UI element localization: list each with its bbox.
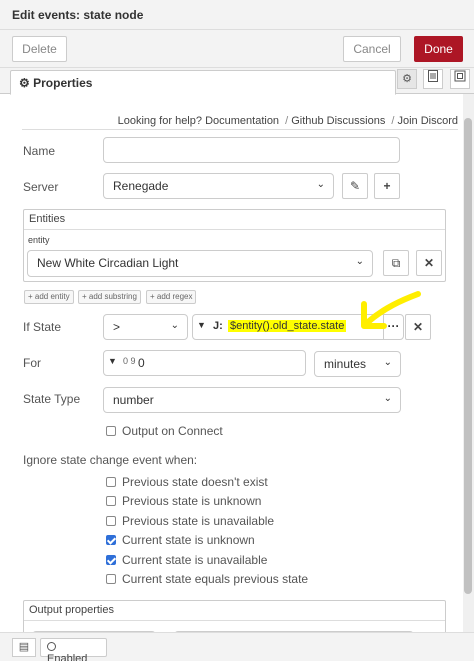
jsonata-type-icon[interactable]: J: bbox=[213, 320, 223, 332]
server-select[interactable]: Renegade ⌄ bbox=[103, 173, 334, 199]
dialog-title-bar: Edit events: state node bbox=[0, 0, 474, 30]
github-discussions-link[interactable]: Github Discussions bbox=[291, 115, 385, 127]
edit-server-button[interactable]: ✎ bbox=[342, 173, 368, 199]
scrollbar-thumb[interactable] bbox=[464, 118, 472, 594]
for-units-select[interactable]: minutes ⌄ bbox=[314, 351, 401, 377]
tab-bar: ⚙ Properties ⚙ bbox=[0, 68, 474, 95]
server-select-value: Renegade bbox=[113, 179, 169, 193]
action-button-row: Delete Cancel Done bbox=[0, 30, 474, 68]
ignore-current-unavailable-checkbox[interactable] bbox=[106, 555, 116, 565]
pencil-icon: ✎ bbox=[349, 179, 361, 193]
ignore-prev-not-exist-label: Previous state doesn't exist bbox=[122, 475, 268, 489]
chevron-down-icon: ⌄ bbox=[316, 179, 325, 190]
plus-icon: + bbox=[383, 179, 391, 193]
if-state-label: If State bbox=[23, 320, 62, 334]
ignore-prev-unknown-label: Previous state is unknown bbox=[122, 494, 262, 508]
ignore-current-unavailable-label: Current state is unavailable bbox=[122, 553, 268, 567]
ignore-equals-previous-checkbox[interactable] bbox=[106, 574, 116, 584]
chevron-down-icon: ⌄ bbox=[355, 256, 364, 267]
enabled-toggle[interactable]: Enabled bbox=[40, 638, 107, 661]
help-prefix: Looking for help? bbox=[117, 115, 202, 127]
server-label: Server bbox=[23, 180, 59, 194]
number-type-icon[interactable]: 0 9 bbox=[123, 356, 136, 366]
gear-icon: ⚙ bbox=[19, 76, 30, 90]
state-type-label: State Type bbox=[23, 392, 81, 406]
ignore-current-unknown-label: Current state is unknown bbox=[122, 533, 255, 547]
output-on-connect-checkbox[interactable] bbox=[106, 426, 116, 436]
help-separator: / bbox=[285, 115, 289, 127]
help-links: Looking for help? Documentation / Github … bbox=[118, 115, 458, 127]
ignore-prev-unavailable-label: Previous state is unavailable bbox=[122, 514, 275, 528]
ignore-prev-unknown-checkbox[interactable] bbox=[106, 496, 116, 506]
for-units-value: minutes bbox=[324, 357, 367, 371]
cancel-button[interactable]: Cancel bbox=[343, 36, 401, 62]
chevron-down-icon: ⌄ bbox=[170, 320, 179, 331]
output-properties-fieldset: Output properties bbox=[23, 600, 446, 632]
properties-panel: Looking for help? Documentation / Github … bbox=[10, 94, 462, 632]
ignore-current-unknown-checkbox[interactable] bbox=[106, 535, 116, 545]
delete-button[interactable]: Delete bbox=[12, 36, 67, 62]
if-state-expression-value: $entity().old_state.state bbox=[228, 320, 347, 332]
scrollbar[interactable] bbox=[463, 94, 474, 632]
remove-entity-button[interactable]: ✕ bbox=[416, 250, 442, 276]
documentation-link[interactable]: Documentation bbox=[205, 115, 279, 127]
output-on-connect-label: Output on Connect bbox=[122, 424, 223, 438]
entity-select[interactable]: New White Circadian Light ⌄ bbox=[27, 250, 373, 277]
add-server-button[interactable]: + bbox=[374, 173, 400, 199]
book-icon[interactable]: ▤ bbox=[12, 638, 36, 657]
appearance-frame-icon[interactable] bbox=[450, 69, 470, 89]
for-label: For bbox=[23, 356, 41, 370]
if-state-operator-select[interactable]: > ⌄ bbox=[103, 314, 188, 340]
if-state-operator-value: > bbox=[113, 320, 121, 334]
tab-properties[interactable]: ⚙ Properties bbox=[10, 70, 396, 95]
ignore-prev-unavailable-checkbox[interactable] bbox=[106, 516, 116, 526]
state-type-select[interactable]: number ⌄ bbox=[103, 387, 401, 413]
add-entity-button[interactable]: + add entity bbox=[24, 290, 74, 304]
for-value: 0 bbox=[138, 356, 145, 370]
caret-down-icon[interactable]: ▼ bbox=[108, 356, 117, 366]
entity-select-value: New White Circadian Light bbox=[37, 256, 179, 270]
chevron-down-icon: ⌄ bbox=[383, 357, 392, 368]
name-input[interactable] bbox=[103, 137, 400, 163]
enabled-label: Enabled bbox=[47, 653, 88, 661]
ignore-heading: Ignore state change event when: bbox=[23, 453, 198, 467]
divider bbox=[22, 129, 458, 130]
copy-icon: ⧉ bbox=[391, 256, 401, 270]
add-substring-button[interactable]: + add substring bbox=[78, 290, 141, 304]
copy-entity-button[interactable]: ⧉ bbox=[383, 250, 409, 276]
dialog-title: Edit events: state node bbox=[12, 8, 144, 22]
output-properties-legend: Output properties bbox=[24, 601, 445, 621]
circle-icon bbox=[47, 642, 56, 651]
join-discord-link[interactable]: Join Discord bbox=[397, 115, 458, 127]
chevron-down-icon: ⌄ bbox=[383, 393, 392, 404]
add-regex-button[interactable]: + add regex bbox=[146, 290, 197, 304]
for-value-input[interactable]: ▼ 0 9 0 bbox=[103, 350, 306, 376]
entities-fieldset: Entities entity New White Circadian Ligh… bbox=[23, 209, 446, 282]
footer-bar: ▤ Enabled bbox=[0, 632, 474, 661]
tab-properties-label: Properties bbox=[33, 76, 93, 90]
entities-legend: Entities bbox=[24, 210, 445, 230]
close-icon: ✕ bbox=[423, 256, 435, 270]
state-type-value: number bbox=[113, 393, 154, 407]
ignore-equals-previous-label: Current state equals previous state bbox=[122, 572, 309, 586]
caret-down-icon[interactable]: ▼ bbox=[197, 320, 206, 330]
description-document-icon[interactable] bbox=[423, 69, 443, 89]
help-separator: / bbox=[391, 115, 395, 127]
entity-label: entity bbox=[28, 235, 50, 245]
settings-gear-icon[interactable]: ⚙ bbox=[397, 69, 417, 89]
ignore-prev-not-exist-checkbox[interactable] bbox=[106, 477, 116, 487]
name-label: Name bbox=[23, 144, 56, 158]
done-button[interactable]: Done bbox=[414, 36, 463, 62]
annotation-arrow-icon bbox=[361, 291, 421, 329]
